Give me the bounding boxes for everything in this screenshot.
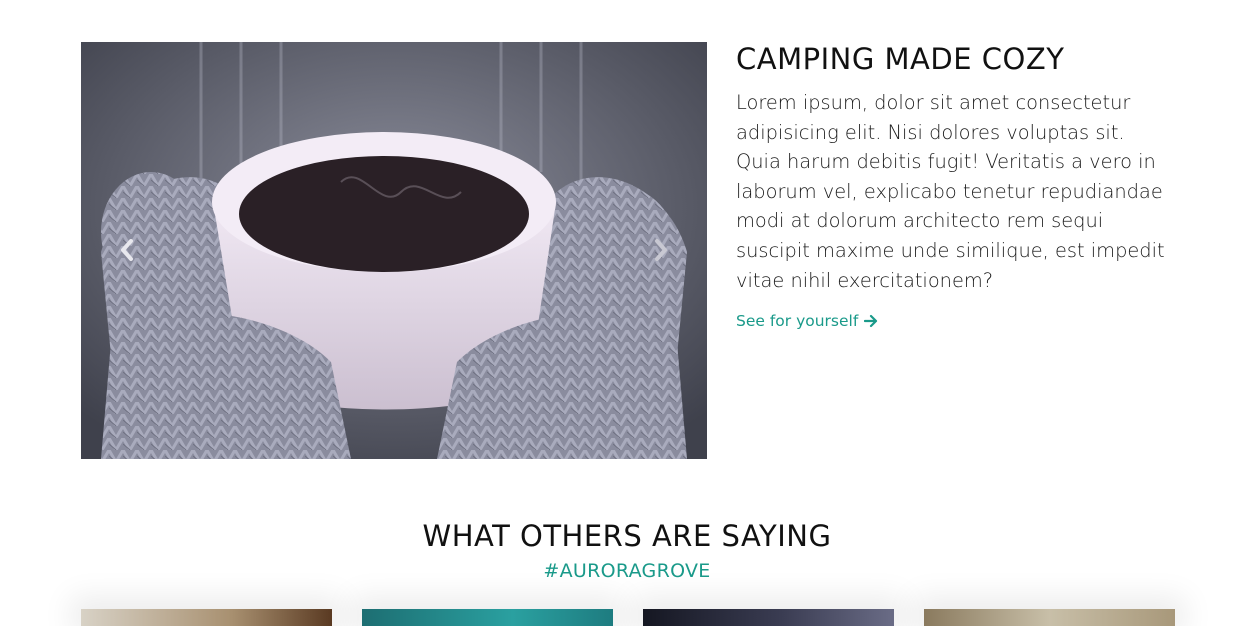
photo-thumbnails (81, 609, 1175, 626)
thumbnail[interactable] (362, 609, 613, 626)
feature-section: CAMPING MADE COZY Lorem ipsum, dolor sit… (81, 42, 1175, 459)
carousel-image (81, 42, 707, 459)
carousel-next-button[interactable] (643, 232, 679, 268)
chevron-right-icon (655, 239, 667, 261)
testimonials-section: WHAT OTHERS ARE SAYING #AURORAGROVE (0, 518, 1254, 582)
feature-title: CAMPING MADE COZY (736, 42, 1065, 76)
thumbnail[interactable] (643, 609, 894, 626)
image-carousel[interactable] (81, 42, 707, 459)
thumbnail[interactable] (924, 609, 1175, 626)
see-for-yourself-link[interactable]: See for yourself (736, 312, 878, 330)
link-label: See for yourself (736, 312, 859, 331)
hashtag: #AURORAGROVE (543, 560, 711, 582)
arrow-right-icon (864, 315, 878, 328)
carousel-prev-button[interactable] (109, 232, 145, 268)
chevron-left-icon (121, 239, 133, 261)
thumbnail[interactable] (81, 609, 332, 626)
section-heading: WHAT OTHERS ARE SAYING (422, 519, 832, 553)
feature-copy: CAMPING MADE COZY Lorem ipsum, dolor sit… (736, 42, 1175, 330)
feature-body: Lorem ipsum, dolor sit amet consectetur … (736, 91, 1165, 292)
